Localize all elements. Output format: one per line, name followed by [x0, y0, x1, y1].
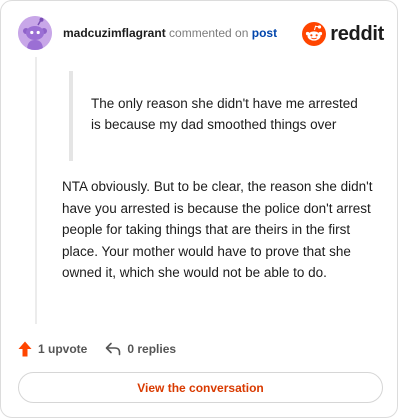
- quote-text: The only reason she didn't have me arres…: [91, 96, 358, 132]
- quote-bar: [69, 71, 73, 161]
- comment-embed-card: madcuzimflagrant commented on post reddi…: [0, 0, 398, 418]
- replies-count: 0 replies: [127, 342, 177, 356]
- reddit-logo-icon: [302, 22, 327, 46]
- avatar[interactable]: [18, 16, 52, 50]
- reddit-wordmark: reddit: [330, 23, 384, 45]
- action-text: commented on: [169, 26, 249, 40]
- quote-block: The only reason she didn't have me arres…: [69, 71, 369, 161]
- upvote-arrow-icon: [18, 341, 32, 357]
- username-link[interactable]: madcuzimflagrant: [63, 26, 166, 40]
- post-link[interactable]: post: [252, 26, 277, 40]
- byline: madcuzimflagrant commented on post: [63, 26, 277, 40]
- comment-actions: 1 upvote 0 replies: [18, 339, 176, 359]
- replies-button[interactable]: 0 replies: [105, 342, 176, 356]
- comment-body: NTA obviously. But to be clear, the reas…: [62, 179, 373, 280]
- comment-header: madcuzimflagrant commented on post reddi…: [18, 16, 384, 52]
- snoo-avatar-icon: [18, 16, 52, 50]
- view-conversation-button[interactable]: View the conversation: [18, 372, 383, 403]
- upvote-button[interactable]: 1 upvote: [18, 341, 87, 357]
- thread-line: [35, 57, 37, 324]
- reply-arrow-icon: [105, 342, 121, 356]
- reddit-logo[interactable]: reddit: [302, 20, 384, 48]
- upvote-count: 1 upvote: [38, 342, 88, 356]
